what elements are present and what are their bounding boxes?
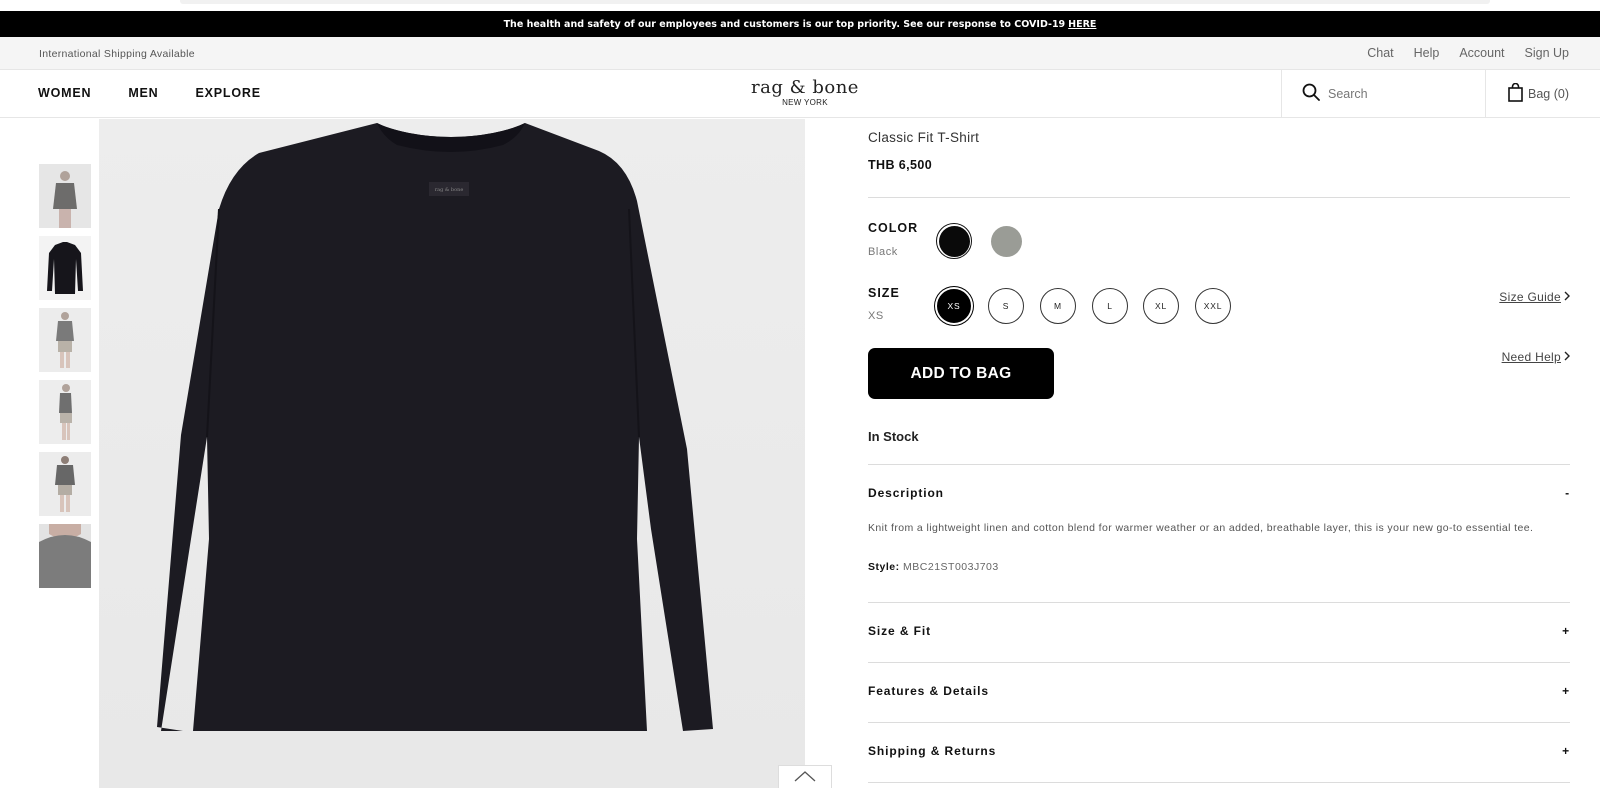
accordion-shipping-title: Shipping & Returns <box>868 744 997 758</box>
size-xl[interactable]: XL <box>1143 288 1179 324</box>
bag-button[interactable]: Bag (0) <box>1508 82 1569 105</box>
collapse-toggle-icon: - <box>1565 486 1570 500</box>
accordion-size-fit-header[interactable]: Size & Fit + <box>868 624 1570 638</box>
svg-text:rag & bone: rag & bone <box>435 187 464 193</box>
size-s[interactable]: S <box>988 288 1024 324</box>
divider <box>868 782 1570 783</box>
divider <box>868 464 1570 465</box>
expand-toggle-icon: + <box>1562 744 1570 758</box>
size-m[interactable]: M <box>1040 288 1076 324</box>
thumbnail-front-model[interactable] <box>39 164 91 228</box>
bag-label: Bag (0) <box>1528 87 1569 101</box>
style-number-label: Style: <box>868 561 900 573</box>
divider <box>868 722 1570 723</box>
divider <box>868 602 1570 603</box>
accordion-features-header[interactable]: Features & Details + <box>868 684 1570 698</box>
chevron-right-icon <box>1564 350 1570 364</box>
grey-swatch-fill <box>990 225 1022 257</box>
stock-status: In Stock <box>868 429 919 444</box>
thumbnail-closeup[interactable] <box>39 524 91 588</box>
bag-icon <box>1508 82 1523 105</box>
need-help-label: Need Help <box>1501 350 1561 364</box>
covid-banner-link[interactable]: HERE <box>1068 19 1096 30</box>
style-number-value: MBC21ST003J703 <box>903 561 999 573</box>
size-label: SIZE <box>868 286 900 300</box>
add-to-bag-button[interactable]: ADD TO BAG <box>868 348 1054 399</box>
search-icon[interactable] <box>1302 83 1320 106</box>
account-link[interactable]: Account <box>1459 46 1504 60</box>
color-value: Black <box>868 246 898 258</box>
product-main-image[interactable]: rag & bone <box>99 119 805 788</box>
color-label: COLOR <box>868 221 919 235</box>
chevron-up-icon <box>794 769 816 787</box>
size-value: XS <box>868 310 884 322</box>
need-help-link[interactable]: Need Help <box>1502 350 1570 364</box>
nav-women[interactable]: WOMEN <box>38 86 91 100</box>
scroll-to-top-button[interactable] <box>778 765 832 788</box>
tshirt-illustration: rag & bone <box>157 123 713 731</box>
thumbnail-list <box>39 164 91 596</box>
color-swatch-grey[interactable] <box>988 223 1024 259</box>
nav-men[interactable]: MEN <box>128 86 158 100</box>
utility-links: Chat Help Account Sign Up <box>1367 46 1569 60</box>
shipping-notice: International Shipping Available <box>39 48 195 60</box>
thumbnail-shorts-model[interactable] <box>39 308 91 372</box>
color-swatch-black[interactable] <box>936 223 972 259</box>
covid-banner-text: The health and safety of our employees a… <box>503 18 1066 30</box>
sign-up-link[interactable]: Sign Up <box>1525 46 1569 60</box>
divider <box>868 197 1570 198</box>
accordion-description-title: Description <box>868 486 944 500</box>
covid-banner: The health and safety of our employees a… <box>0 11 1600 37</box>
size-guide-label: Size Guide <box>1499 290 1561 304</box>
main-nav: WOMEN MEN EXPLORE rag & bone NEW YORK Ba… <box>0 70 1600 118</box>
logo-subtitle: NEW YORK <box>782 98 828 107</box>
size-l[interactable]: L <box>1092 288 1128 324</box>
size-xs[interactable]: XS <box>937 289 971 323</box>
help-link[interactable]: Help <box>1414 46 1440 60</box>
brand-logo[interactable]: rag & bone NEW YORK <box>748 77 862 108</box>
logo-wordmark: rag & bone <box>751 77 859 98</box>
accordion-shipping-header[interactable]: Shipping & Returns + <box>868 744 1570 758</box>
expand-toggle-icon: + <box>1562 624 1570 638</box>
size-guide-link[interactable]: Size Guide <box>1499 290 1570 304</box>
size-xxl[interactable]: XXL <box>1195 288 1231 324</box>
accordion-size-fit-title: Size & Fit <box>868 624 932 638</box>
style-number: Style: MBC21ST003J703 <box>868 561 999 573</box>
expand-toggle-icon: + <box>1562 684 1570 698</box>
chat-link[interactable]: Chat <box>1367 46 1393 60</box>
thumbnail-side-model[interactable] <box>39 380 91 444</box>
accordion-description-header[interactable]: Description - <box>868 486 1570 500</box>
thumbnail-back-model[interactable] <box>39 452 91 516</box>
divider <box>868 662 1570 663</box>
thumbnail-flat[interactable] <box>39 236 91 300</box>
description-text: Knit from a lightweight linen and cotton… <box>868 522 1534 534</box>
search-box[interactable] <box>1281 70 1486 118</box>
browser-top-strip <box>0 0 1600 11</box>
utility-bar: International Shipping Available Chat He… <box>0 37 1600 70</box>
accordion-features-title: Features & Details <box>868 684 989 698</box>
chevron-right-icon <box>1564 290 1570 304</box>
nav-explore[interactable]: EXPLORE <box>196 86 261 100</box>
search-input[interactable] <box>1328 87 1478 101</box>
nav-menu: WOMEN MEN EXPLORE <box>38 86 261 100</box>
black-swatch-fill <box>938 225 970 257</box>
product-price: THB 6,500 <box>868 158 933 172</box>
product-name: Classic Fit T-Shirt <box>868 130 980 145</box>
browser-address-remnant <box>180 0 1490 4</box>
